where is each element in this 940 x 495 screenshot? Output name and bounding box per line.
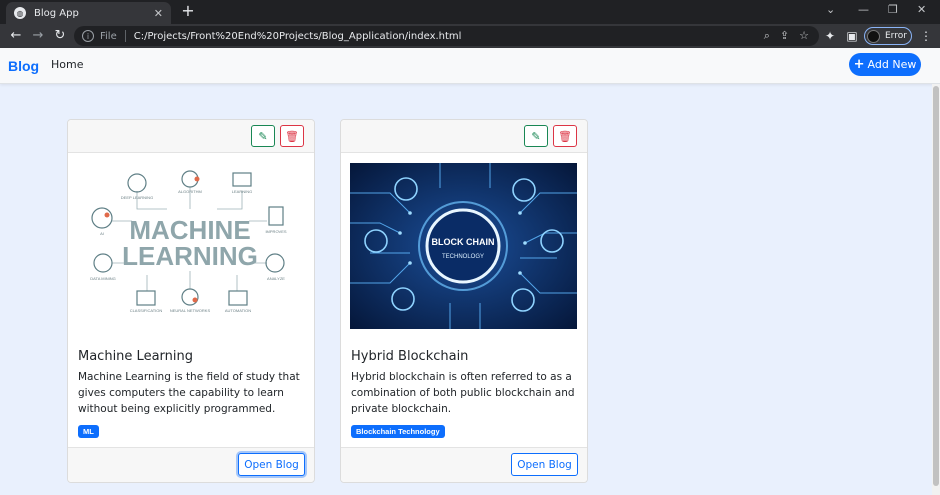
image-label: ALGORITHM <box>178 189 202 194</box>
share-icon[interactable]: ⇪ <box>780 29 789 43</box>
nav-home-link[interactable]: Home <box>51 58 83 71</box>
blog-card: ✎ 🗑 BLOCK CHAIN TECHNOLOGY Hybrid Blockc… <box>340 119 588 483</box>
card-footer: Open Blog <box>68 447 314 482</box>
add-new-label: Add New <box>867 58 917 71</box>
side-panel-icon[interactable]: ▣ <box>844 28 860 44</box>
divider <box>124 30 126 42</box>
delete-button[interactable]: 🗑 <box>280 125 304 147</box>
blockchain-image: BLOCK CHAIN TECHNOLOGY <box>350 163 577 329</box>
image-label: ANALYZE <box>267 276 285 281</box>
image-label: IMPROVES <box>265 229 286 234</box>
image-label: DATA MINING <box>90 276 115 281</box>
window-close-icon[interactable]: ✕ <box>917 3 926 16</box>
machine-learning-image: MACHINE LEARNING DEEP LEARNING ALGORITHM… <box>77 163 304 329</box>
image-label: DEEP LEARNING <box>121 195 153 200</box>
image-word-learning: LEARNING <box>122 241 258 271</box>
tab-title: Blog App <box>34 7 79 19</box>
bookmark-star-icon[interactable]: ☆ <box>799 29 809 43</box>
trash-icon: 🗑 <box>285 129 299 143</box>
image-label: AI <box>100 231 104 236</box>
scrollbar-thumb[interactable] <box>933 86 939 486</box>
image-label: LEARNING <box>232 189 252 194</box>
open-blog-button[interactable]: Open Blog <box>238 453 305 476</box>
page-scrollbar[interactable] <box>932 84 940 495</box>
delete-button[interactable]: 🗑 <box>553 125 577 147</box>
profile-label: Error <box>885 31 907 41</box>
edit-button[interactable]: ✎ <box>251 125 275 147</box>
brand-logo[interactable]: Blog <box>8 58 39 74</box>
card-header: ✎ 🗑 <box>341 120 587 153</box>
new-tab-button[interactable]: + <box>180 3 196 19</box>
avatar <box>867 29 880 43</box>
open-blog-button[interactable]: Open Blog <box>511 453 578 476</box>
profile-button[interactable]: Error <box>864 27 912 45</box>
card-footer: Open Blog <box>341 447 587 482</box>
info-icon[interactable]: i <box>82 30 94 42</box>
browser-toolbar: ← → ↻ i File C:/Projects/Front%20End%20P… <box>0 24 940 48</box>
restore-icon[interactable]: ❐ <box>888 3 898 16</box>
reload-icon[interactable]: ↻ <box>52 28 68 44</box>
card-text: Machine Learning is the field of study t… <box>78 371 300 415</box>
address-bar[interactable]: i File C:/Projects/Front%20End%20Project… <box>74 26 819 46</box>
plus-icon: + <box>853 57 865 72</box>
back-arrow-icon[interactable]: ← <box>8 28 24 44</box>
forward-arrow-icon[interactable]: → <box>30 28 46 44</box>
trash-icon: 🗑 <box>558 129 572 143</box>
image-label: CLASSIFICATION <box>130 308 163 313</box>
image-word-technology: TECHNOLOGY <box>442 254 484 260</box>
pencil-icon: ✎ <box>258 129 268 143</box>
tab-close-icon[interactable]: ✕ <box>154 7 163 20</box>
image-word-blockchain: BLOCK CHAIN <box>432 237 495 247</box>
card-title: Hybrid Blockchain <box>351 349 469 364</box>
globe-icon: ◍ <box>14 7 26 19</box>
tag-badge: ML <box>78 425 99 438</box>
file-label: File <box>100 30 117 42</box>
card-title: Machine Learning <box>78 349 193 364</box>
blog-card: ✎ 🗑 MACHINE LEARNING DEEP LEARNING ALGOR… <box>67 119 315 483</box>
browser-tabstrip: ◍ Blog App ✕ + ⌄ — ❐ ✕ <box>0 0 940 24</box>
card-text: Hybrid blockchain is often referred to a… <box>351 371 575 415</box>
extensions-puzzle-icon[interactable]: ✦ <box>822 28 838 44</box>
image-label: NEURAL NETWORKS <box>170 308 211 313</box>
card-header: ✎ 🗑 <box>68 120 314 153</box>
app-navbar: Blog Home + Add New <box>0 48 940 84</box>
add-new-button[interactable]: + Add New <box>849 53 921 76</box>
tag-badge: Blockchain Technology <box>351 425 445 438</box>
image-label: AUTOMATION <box>225 308 251 313</box>
edit-button[interactable]: ✎ <box>524 125 548 147</box>
zoom-icon[interactable]: ⌕ <box>764 29 770 43</box>
minimize-icon[interactable]: — <box>858 3 869 16</box>
menu-kebab-icon[interactable]: ⋮ <box>918 28 934 44</box>
pencil-icon: ✎ <box>531 129 541 143</box>
browser-tab[interactable]: ◍ Blog App ✕ <box>6 2 171 24</box>
url-text[interactable]: C:/Projects/Front%20End%20Projects/Blog_… <box>134 31 462 42</box>
tab-search-chevron-icon[interactable]: ⌄ <box>826 3 835 16</box>
